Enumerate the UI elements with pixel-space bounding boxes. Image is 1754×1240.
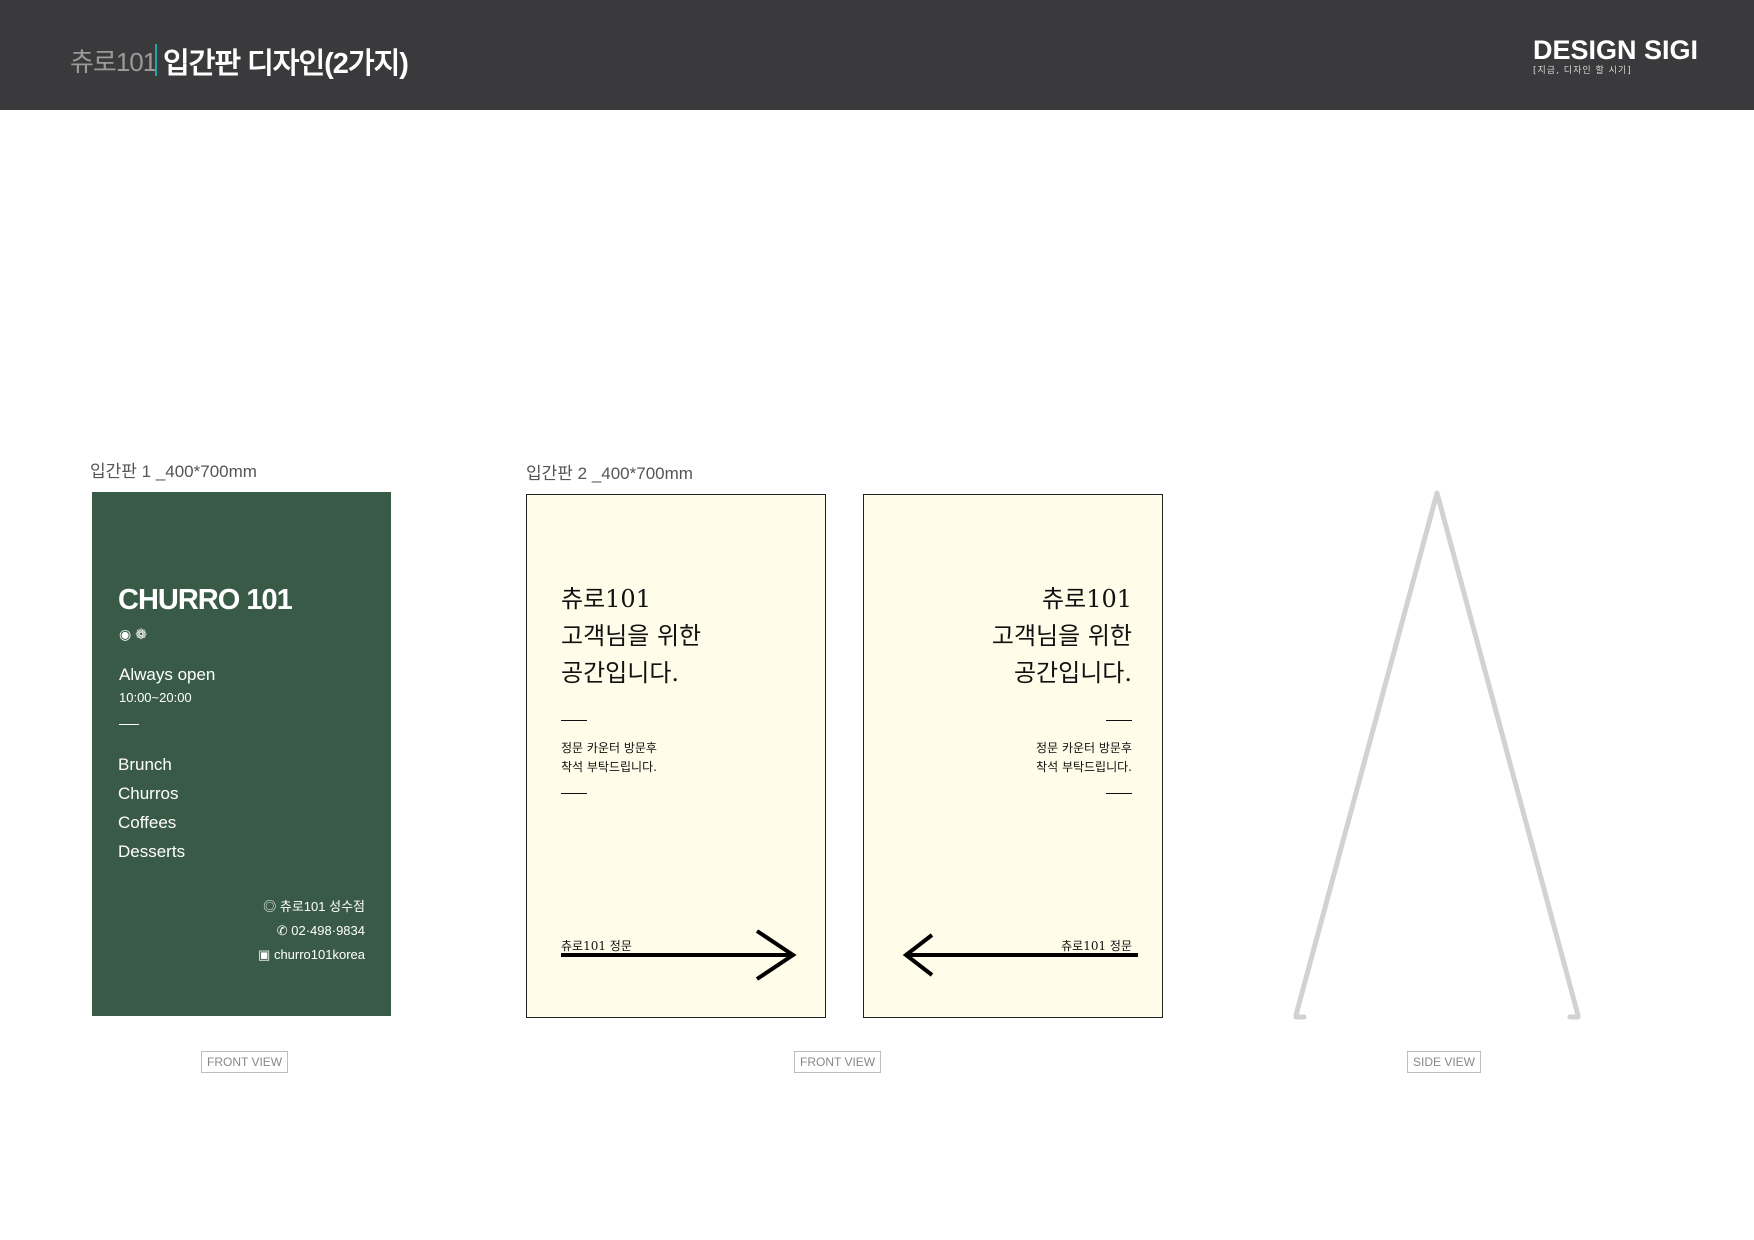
brand-tagline: [지금, 디자인 할 시기]	[1533, 66, 1632, 76]
headline-line: 츄로101	[1042, 585, 1132, 613]
page-title: 입간판 디자인(2가지)	[163, 48, 409, 80]
body-line: 정문 카운터 방문후	[561, 741, 657, 755]
headline-line: 고객님을 위한	[991, 622, 1132, 650]
board1-icons: ◉❁	[119, 627, 151, 643]
menu-item: Churros	[118, 784, 179, 803]
brand-logo: DESIGN SIGI	[1533, 35, 1699, 65]
headline-line: 츄로101	[561, 585, 651, 613]
flower-icon: ❁	[135, 627, 151, 643]
menu-item: Brunch	[118, 755, 172, 774]
board2-front-right-arrow: 츄로101 고객님을 위한 공간입니다. 정문 카운터 방문후 착석 부탁드립니…	[526, 494, 826, 1018]
divider	[561, 720, 587, 721]
body-line: 정문 카운터 방문후	[1036, 741, 1132, 755]
project-name: 츄로101	[70, 47, 157, 77]
headline-line: 고객님을 위한	[561, 622, 702, 650]
headline-line: 공간입니다.	[561, 659, 680, 687]
instagram-line: ▣ churro101korea	[258, 943, 365, 967]
arrow-right-icon	[561, 929, 797, 981]
divider	[1106, 720, 1132, 721]
instagram-icon: ▣	[258, 947, 271, 962]
open-text: Always open	[119, 665, 216, 684]
arrow-left-icon	[902, 933, 1138, 977]
title-divider	[155, 44, 157, 76]
view-tag-side: SIDE VIEW	[1407, 1051, 1482, 1073]
board1-label: 입간판 1 _400*700mm	[90, 462, 257, 481]
sun-icon: ◉	[119, 627, 136, 643]
board1-front-design: CHURRO 101 ◉❁ Always open 10:00~20:00 Br…	[92, 492, 391, 1016]
divider	[119, 724, 139, 725]
view-tag-front-1: FRONT VIEW	[201, 1051, 289, 1073]
header-bar: 츄로101 입간판 디자인(2가지) DESIGN SIGI [지금, 디자인 …	[0, 0, 1754, 110]
board2-headline: 츄로101 고객님을 위한 공간입니다.	[561, 581, 701, 692]
board2-label: 입간판 2 _400*700mm	[526, 464, 693, 483]
view-tag-front-2: FRONT VIEW	[794, 1051, 882, 1073]
phone-line: ✆ 02·498·9834	[258, 919, 365, 943]
divider	[561, 793, 587, 794]
body-line: 착석 부탁드립니다.	[561, 760, 657, 774]
menu-list: Brunch Churros Coffees Desserts	[118, 750, 185, 866]
menu-item: Desserts	[118, 842, 186, 861]
business-hours: 10:00~20:00	[119, 690, 192, 705]
phone-icon: ✆	[276, 923, 288, 938]
contact-info: ◎ 츄로101 성수점 ✆ 02·498·9834 ▣ churro101kor…	[258, 895, 365, 967]
body-line: 착석 부탁드립니다.	[1036, 760, 1132, 774]
board2-body: 정문 카운터 방문후 착석 부탁드립니다.	[1036, 739, 1132, 777]
board2-headline: 츄로101 고객님을 위한 공간입니다.	[992, 581, 1132, 692]
divider	[1106, 793, 1132, 794]
board1-brand: CHURRO 101	[118, 584, 293, 616]
location-text: 츄로101 성수점	[279, 899, 365, 914]
headline-line: 공간입니다.	[1013, 659, 1132, 687]
location-icon: ◎	[263, 899, 277, 914]
location-line: ◎ 츄로101 성수점	[258, 895, 365, 919]
instagram-text: churro101korea	[273, 947, 365, 962]
menu-item: Coffees	[118, 813, 177, 832]
board2-body: 정문 카운터 방문후 착석 부탁드립니다.	[561, 739, 657, 777]
board2-front-left-arrow: 츄로101 고객님을 위한 공간입니다. 정문 카운터 방문후 착석 부탁드립니…	[863, 494, 1163, 1018]
phone-text: 02·498·9834	[291, 923, 365, 938]
a-frame-side-view	[1293, 490, 1581, 1020]
